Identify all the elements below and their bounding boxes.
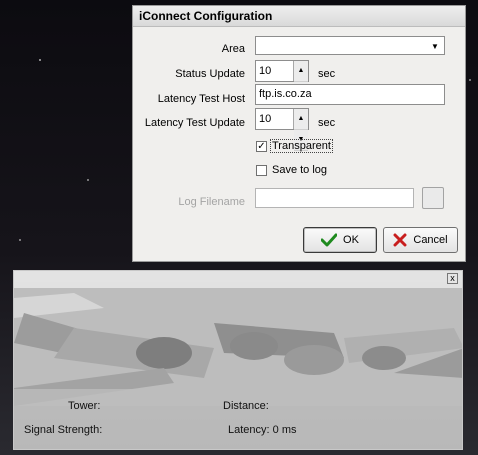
log-filename-input[interactable]: [255, 188, 414, 208]
panel-info-area: Tower: Distance: Signal Strength: Latenc…: [14, 389, 462, 449]
save-to-log-label[interactable]: Save to log: [272, 164, 327, 176]
log-filename-label: Log Filename: [178, 196, 245, 208]
status-update-label: Status Update: [175, 68, 245, 80]
latency-readout: Latency: 0 ms: [228, 424, 297, 436]
area-select[interactable]: ▼: [255, 36, 445, 55]
latency-host-input[interactable]: ftp.is.co.za: [255, 84, 445, 105]
status-update-unit: sec: [318, 68, 336, 80]
status-panel: x Tower: Distance: Signal Strength: Late…: [13, 270, 463, 450]
spin-up-icon[interactable]: ▲: [294, 61, 308, 82]
distance-label: Distance:: [223, 400, 269, 412]
cancel-button[interactable]: Cancel: [383, 227, 458, 253]
ok-button[interactable]: OK: [303, 227, 377, 253]
save-to-log-checkbox[interactable]: [256, 165, 267, 176]
chevron-down-icon[interactable]: ▼: [428, 39, 442, 53]
config-dialog: iConnect Configuration Area ▼ Status Upd…: [132, 5, 466, 262]
panel-titlebar[interactable]: x: [14, 271, 462, 289]
tower-label: Tower:: [68, 400, 101, 412]
area-label: Area: [221, 43, 245, 55]
status-update-spinner[interactable]: ▲ ▼: [293, 61, 308, 103]
checkmark-icon: [321, 233, 338, 247]
x-icon: [393, 233, 407, 247]
status-update-input[interactable]: 10 ▲ ▼: [255, 60, 309, 103]
latency-update-spinner[interactable]: ▲ ▼: [293, 109, 308, 151]
dialog-title: iConnect Configuration: [133, 6, 465, 27]
spin-up-icon[interactable]: ▲: [294, 109, 308, 130]
transparent-label[interactable]: Transparent: [270, 139, 333, 153]
latency-update-label: Latency Test Update: [144, 117, 245, 129]
signal-strength-label: Signal Strength:: [24, 424, 103, 436]
latency-update-unit: sec: [318, 117, 336, 129]
browse-button[interactable]: [422, 187, 444, 209]
latency-host-label: Latency Test Host: [157, 93, 245, 105]
close-icon[interactable]: x: [447, 273, 458, 284]
latency-update-input[interactable]: 10 ▲ ▼: [255, 108, 309, 151]
transparent-checkbox[interactable]: ✓: [256, 141, 267, 152]
